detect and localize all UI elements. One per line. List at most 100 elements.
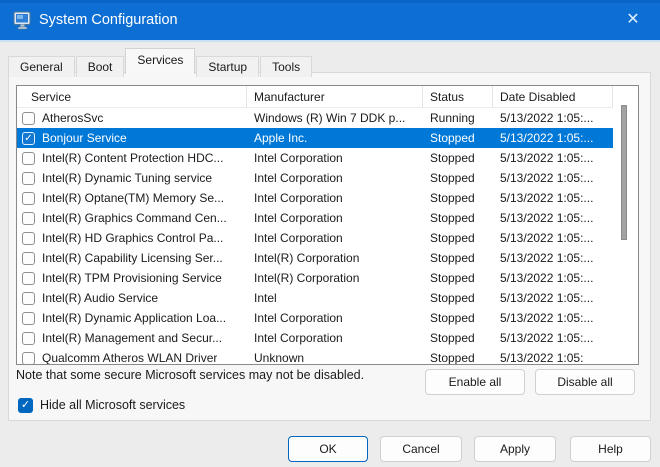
table-row[interactable]: Intel(R) Content Protection HDC...Intel … [17, 148, 613, 168]
table-row[interactable]: Intel(R) TPM Provisioning ServiceIntel(R… [17, 268, 613, 288]
date-disabled-cell: 5/13/2022 1:05:... [493, 248, 613, 268]
service-checkbox[interactable] [22, 232, 35, 245]
manufacturer-cell: Windows (R) Win 7 DDK p... [247, 108, 423, 128]
service-checkbox[interactable] [22, 212, 35, 225]
status-cell: Running [423, 108, 493, 128]
service-cell: AtherosSvc [17, 108, 247, 128]
manufacturer-cell: Intel [247, 288, 423, 308]
cancel-button[interactable]: Cancel [380, 436, 462, 462]
scrollbar-thumb[interactable] [621, 105, 627, 240]
table-row[interactable]: Intel(R) Dynamic Application Loa...Intel… [17, 308, 613, 328]
service-name: Qualcomm Atheros WLAN Driver [42, 348, 217, 365]
date-disabled-cell: 5/13/2022 1:05:... [493, 288, 613, 308]
manufacturer-cell: Unknown [247, 348, 423, 365]
service-cell: Intel(R) Graphics Command Cen... [17, 208, 247, 228]
date-disabled-cell: 5/13/2022 1:05:... [493, 228, 613, 248]
status-cell: Stopped [423, 308, 493, 328]
status-cell: Stopped [423, 208, 493, 228]
service-cell: Intel(R) Audio Service [17, 288, 247, 308]
tab-boot[interactable]: Boot [76, 56, 125, 77]
service-checkbox[interactable] [22, 252, 35, 265]
enable-all-button[interactable]: Enable all [425, 369, 525, 395]
service-checkbox[interactable] [22, 292, 35, 305]
service-checkbox[interactable] [22, 112, 35, 125]
system-configuration-window: System Configuration ✕ GeneralBootServic… [0, 0, 660, 467]
service-cell: Intel(R) Content Protection HDC... [17, 148, 247, 168]
hide-microsoft-services-label: Hide all Microsoft services [40, 398, 185, 412]
service-checkbox[interactable] [22, 352, 35, 365]
column-header-service[interactable]: Service [17, 86, 247, 108]
manufacturer-cell: Intel Corporation [247, 208, 423, 228]
manufacturer-cell: Apple Inc. [247, 128, 423, 148]
tab-startup[interactable]: Startup [196, 56, 259, 77]
close-icon[interactable]: ✕ [612, 0, 654, 40]
service-name: Intel(R) Audio Service [42, 288, 158, 308]
table-row[interactable]: Intel(R) Audio Service IntelStopped5/13/2… [17, 288, 613, 308]
manufacturer-cell: Intel Corporation [247, 228, 423, 248]
apply-button[interactable]: Apply [474, 436, 556, 462]
service-checkbox[interactable] [22, 272, 35, 285]
service-cell: ✓Bonjour Service [17, 128, 247, 148]
service-cell: Intel(R) Optane(TM) Memory Se... [17, 188, 247, 208]
window-title: System Configuration [39, 0, 178, 40]
status-cell: Stopped [423, 348, 493, 365]
service-checkbox[interactable] [22, 152, 35, 165]
title-bar: System Configuration ✕ [0, 0, 660, 42]
manufacturer-cell: Intel(R) Corporation [247, 268, 423, 288]
table-row[interactable]: Intel(R) Graphics Command Cen... Intel Co… [17, 208, 613, 228]
table-row[interactable]: AtherosSvc Windows (R) Win 7 DDK p...Runn… [17, 108, 613, 128]
column-header-status[interactable]: Status [423, 86, 493, 108]
checkbox-checked-icon[interactable]: ✓ [18, 398, 33, 413]
table-row[interactable]: ✓Bonjour ServiceApple Inc.Stopped5/13/20… [17, 128, 613, 148]
status-cell: Stopped [423, 248, 493, 268]
manufacturer-cell: Intel Corporation [247, 328, 423, 348]
service-cell: Intel(R) Dynamic Tuning service [17, 168, 247, 188]
service-name: Intel(R) HD Graphics Control Pa... [42, 228, 223, 248]
tab-strip: GeneralBootServicesStartupTools [8, 48, 313, 73]
service-checkbox[interactable] [22, 312, 35, 325]
service-name: Intel(R) Graphics Command Cen... [42, 208, 227, 228]
vertical-scrollbar[interactable] [621, 86, 629, 364]
manufacturer-cell: Intel Corporation [247, 168, 423, 188]
service-name: Intel(R) Dynamic Tuning service [42, 168, 212, 188]
status-cell: Stopped [423, 268, 493, 288]
hide-microsoft-services-checkbox[interactable]: ✓ Hide all Microsoft services [18, 397, 185, 413]
service-cell: Intel(R) HD Graphics Control Pa... [17, 228, 247, 248]
service-cell: Qualcomm Atheros WLAN Driver [17, 348, 247, 365]
tab-general[interactable]: General [8, 56, 75, 77]
table-row[interactable]: Intel(R) Capability Licensing Ser... Inte… [17, 248, 613, 268]
service-name: Intel(R) Optane(TM) Memory Se... [42, 188, 224, 208]
service-name: AtherosSvc [42, 108, 103, 128]
date-disabled-cell: 5/13/2022 1:05:... [493, 128, 613, 148]
ok-button[interactable]: OK [288, 436, 368, 462]
service-checkbox[interactable] [22, 192, 35, 205]
service-checkbox[interactable] [22, 332, 35, 345]
date-disabled-cell: 5/13/2022 1:05:... [493, 168, 613, 188]
service-list-body: AtherosSvc Windows (R) Win 7 DDK p...Runn… [17, 108, 638, 365]
status-cell: Stopped [423, 288, 493, 308]
manufacturer-cell: Intel(R) Corporation [247, 248, 423, 268]
help-button[interactable]: Help [570, 436, 651, 462]
table-row[interactable]: Intel(R) Optane(TM) Memory Se...Intel Co… [17, 188, 613, 208]
date-disabled-cell: 5/13/2022 1:05: [493, 348, 613, 365]
tab-tools[interactable]: Tools [260, 56, 312, 77]
computer-monitor-icon [13, 11, 32, 30]
table-row[interactable]: Intel(R) Dynamic Tuning service Intel Cor… [17, 168, 613, 188]
date-disabled-cell: 5/13/2022 1:05:... [493, 208, 613, 228]
column-header-date-disabled[interactable]: Date Disabled [493, 86, 613, 108]
date-disabled-cell: 5/13/2022 1:05:... [493, 108, 613, 128]
service-checkbox[interactable] [22, 172, 35, 185]
table-row[interactable]: Intel(R) HD Graphics Control Pa... Intel … [17, 228, 613, 248]
status-cell: Stopped [423, 168, 493, 188]
table-row[interactable]: Qualcomm Atheros WLAN Driver UnknownStopp… [17, 348, 613, 365]
status-cell: Stopped [423, 188, 493, 208]
status-cell: Stopped [423, 128, 493, 148]
column-header-manufacturer[interactable]: Manufacturer [247, 86, 423, 108]
microsoft-services-note: Note that some secure Microsoft services… [16, 368, 364, 382]
service-checkbox-checked[interactable]: ✓ [22, 132, 35, 145]
list-header: Service Manufacturer Status Date Disable… [17, 86, 638, 108]
service-name: Intel(R) Capability Licensing Ser... [42, 248, 223, 268]
tab-services[interactable]: Services [125, 48, 195, 74]
table-row[interactable]: Intel(R) Management and Secur...Intel Co… [17, 328, 613, 348]
disable-all-button[interactable]: Disable all [535, 369, 635, 395]
